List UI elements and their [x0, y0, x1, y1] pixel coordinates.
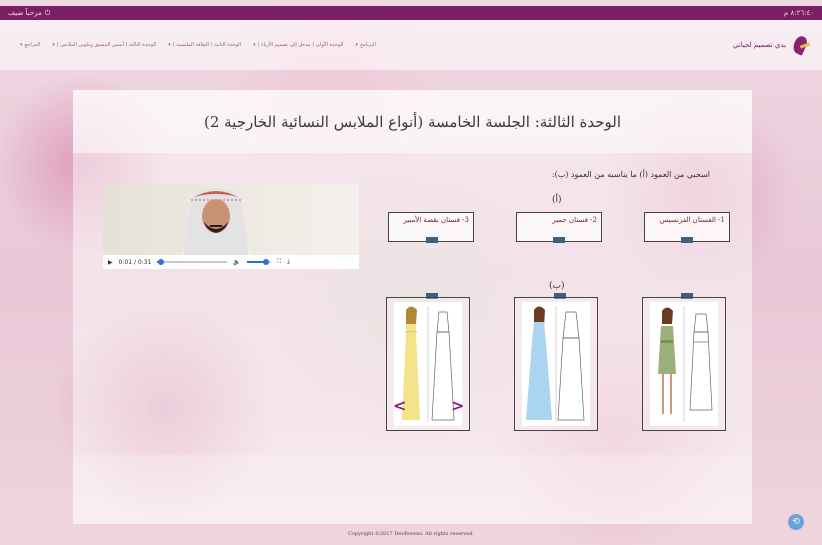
fullscreen-icon[interactable]: ⛶: [277, 258, 281, 266]
video-player[interactable]: ▶ 0:01 / 0:31 🔈 ⛶ ⤓: [103, 184, 359, 269]
menu-item-unit-1[interactable]: الوحدة الأولى ( مدخل إلى تصميم الأزياء )…: [253, 42, 343, 48]
dress-illustration-green: [650, 302, 718, 426]
drop-target-dress-green[interactable]: [642, 297, 726, 431]
drag-handle[interactable]: [426, 237, 438, 243]
main-navbar: بدي تصميم لحياتي البرنامج ▾ الوحدة الأولى…: [0, 20, 822, 70]
clock-time: ٨:٢٦:٤٠ م: [783, 9, 814, 17]
power-icon[interactable]: ⏻: [45, 9, 51, 18]
logo-icon: [790, 34, 812, 56]
column-a-label: (أ): [552, 195, 562, 205]
navigation-band: [73, 455, 752, 524]
chevron-down-icon: ▾: [20, 42, 23, 48]
drag-handle[interactable]: [681, 237, 693, 243]
volume-icon[interactable]: 🔈: [233, 259, 240, 266]
menu-item-unit-2[interactable]: الوحدة الثانية ( الثقافة الملبسية ) ▾: [168, 42, 241, 48]
site-logo[interactable]: بدي تصميم لحياتي: [733, 34, 812, 56]
chevron-down-icon: ▾: [355, 42, 358, 48]
chevron-down-icon: ▾: [253, 42, 256, 48]
drag-handle[interactable]: [553, 237, 565, 243]
scroll-top-icon[interactable]: ⟲: [788, 514, 804, 530]
volume-slider[interactable]: [246, 259, 271, 265]
menu-item-program[interactable]: البرنامج ▾: [355, 42, 376, 48]
dress-illustration-blue: [522, 302, 590, 426]
user-greeting[interactable]: مرحباً ضيف ⏻: [8, 9, 50, 18]
previous-page-arrow-icon[interactable]: <: [393, 396, 406, 415]
page-title: الوحدة الثالثة: الجلسة الخامسة (أنواع ال…: [203, 112, 622, 131]
next-page-arrow-icon[interactable]: >: [451, 396, 464, 415]
menu-item-references[interactable]: المراجع ▾: [20, 42, 40, 48]
instruction-text: اسحبي من العمود (أ) ما يناسبه من العمود …: [551, 170, 710, 179]
menu-item-unit-3[interactable]: الوحدة الثالثة ( أسس التنسيق وتكوين المل…: [52, 42, 156, 48]
chevron-down-icon: ▾: [168, 42, 171, 48]
top-bar: مرحباً ضيف ⏻ ٨:٢٦:٤٠ م: [0, 6, 822, 20]
logo-text: بدي تصميم لحياتي: [732, 41, 786, 49]
title-band: الوحدة الثالثة: الجلسة الخامسة (أنواع ال…: [73, 90, 752, 153]
video-time: 0:01 / 0:31: [118, 258, 152, 266]
presenter-video-frame: [181, 188, 251, 259]
main-menu: البرنامج ▾ الوحدة الأولى ( مدخل إلى تصميم…: [20, 42, 376, 48]
video-controls: ▶ 0:01 / 0:31 🔈 ⛶ ⤓: [103, 255, 359, 269]
user-label: مرحباً ضيف: [8, 9, 42, 17]
video-progress-bar[interactable]: [157, 259, 228, 265]
chevron-down-icon: ▾: [52, 42, 55, 48]
download-icon[interactable]: ⤓: [287, 258, 290, 266]
column-b-label: (ب): [549, 281, 565, 291]
footer-copyright: Copyright ©2017 DevBorens. All rights re…: [348, 531, 474, 537]
play-icon[interactable]: ▶: [108, 259, 113, 266]
drop-target-dress-blue[interactable]: [514, 297, 598, 431]
